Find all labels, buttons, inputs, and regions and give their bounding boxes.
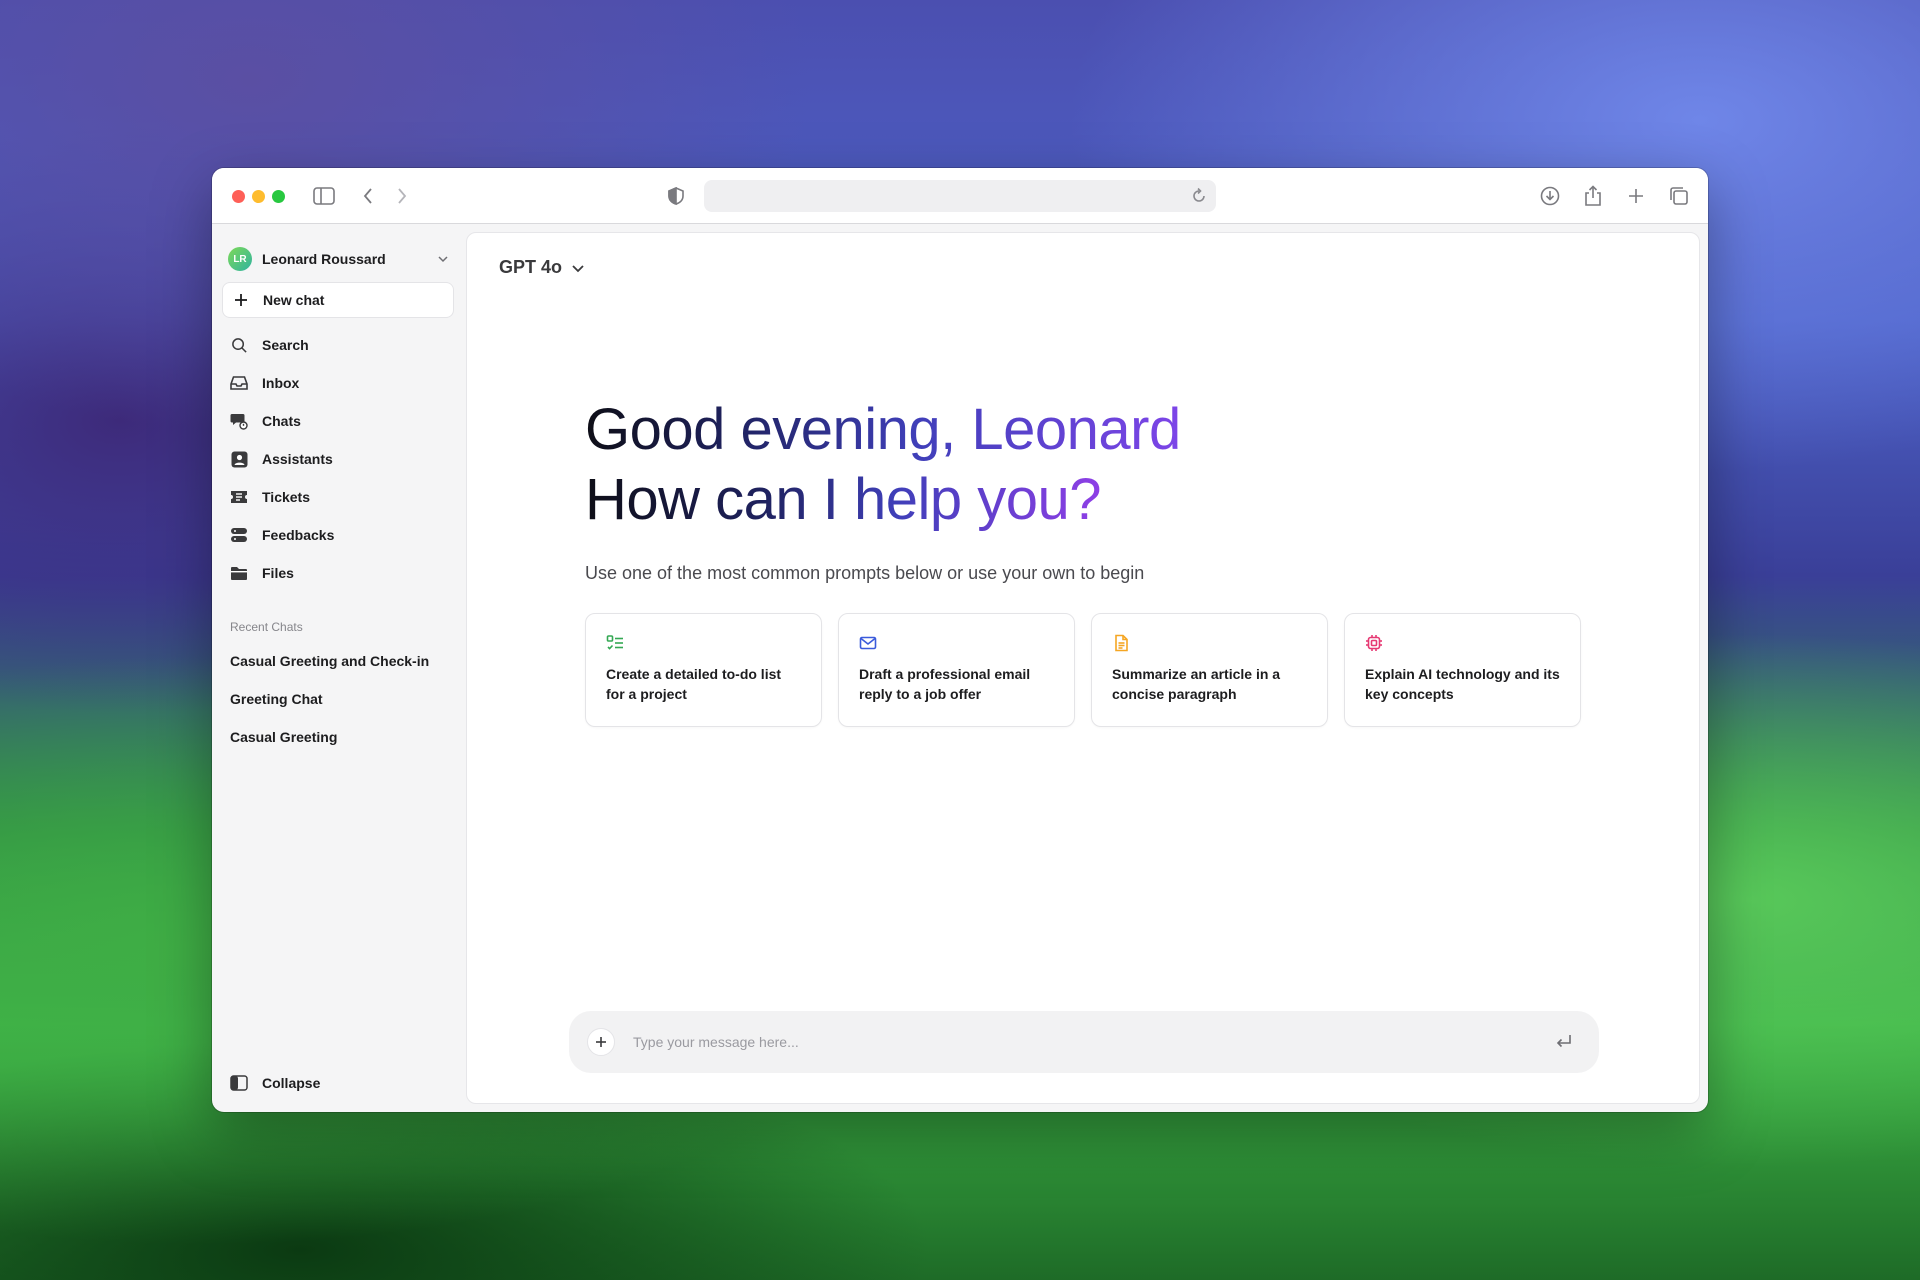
sidebar-item-tickets[interactable]: Tickets <box>222 478 454 516</box>
browser-toolbar <box>212 168 1708 224</box>
prompt-card[interactable]: Draft a professional email reply to a jo… <box>838 613 1075 727</box>
chip-icon <box>1366 635 1382 651</box>
close-window-button[interactable] <box>232 190 245 203</box>
reload-icon[interactable] <box>1190 187 1208 205</box>
message-composer <box>569 1011 1599 1073</box>
message-input[interactable] <box>633 1029 1513 1055</box>
chats-icon <box>230 412 248 430</box>
greeting-line-2: How can I help you? <box>585 465 1102 535</box>
folder-icon <box>230 564 248 582</box>
enter-icon[interactable] <box>1553 1031 1575 1053</box>
collapse-label: Collapse <box>262 1075 321 1091</box>
model-selector[interactable]: GPT 4o <box>499 257 586 278</box>
share-icon[interactable] <box>1581 184 1605 208</box>
mail-icon <box>859 636 877 650</box>
add-attachment-button[interactable] <box>587 1028 615 1056</box>
feedback-icon <box>230 526 248 544</box>
zoom-window-button[interactable] <box>272 190 285 203</box>
sidebar-item-inbox[interactable]: Inbox <box>222 364 454 402</box>
forward-icon[interactable] <box>390 184 414 208</box>
ticket-icon <box>230 488 248 506</box>
user-name: Leonard Roussard <box>262 251 386 267</box>
sidebar-item-chats[interactable]: Chats <box>222 402 454 440</box>
new-chat-button[interactable]: New chat <box>222 282 454 318</box>
search-icon <box>230 336 248 354</box>
plus-icon <box>235 294 247 306</box>
privacy-shield-icon[interactable] <box>664 184 688 208</box>
sidebar-item-feedbacks[interactable]: Feedbacks <box>222 516 454 554</box>
sidebar: LR Leonard Roussard New chat Search Inbo… <box>212 224 466 1112</box>
main-panel: GPT 4o Good evening, Leonard How can I h… <box>466 232 1700 1104</box>
back-icon[interactable] <box>356 184 380 208</box>
prompt-card[interactable]: Summarize an article in a concise paragr… <box>1091 613 1328 727</box>
prompt-cards: Create a detailed to-do list for a proje… <box>585 613 1581 727</box>
inbox-icon <box>230 374 248 392</box>
user-menu[interactable]: LR Leonard Roussard <box>228 244 450 274</box>
recent-chat-item[interactable]: Greeting Chat <box>222 680 454 718</box>
recent-chats-heading: Recent Chats <box>230 620 303 634</box>
sidebar-item-label: Feedbacks <box>262 527 335 543</box>
prompt-card-text: Summarize an article in a concise paragr… <box>1112 666 1281 702</box>
minimize-window-button[interactable] <box>252 190 265 203</box>
checklist-icon <box>606 635 623 650</box>
document-icon <box>1115 634 1128 652</box>
sidebar-item-files[interactable]: Files <box>222 554 454 592</box>
download-icon[interactable] <box>1538 184 1562 208</box>
model-name: GPT 4o <box>499 257 563 277</box>
address-bar[interactable] <box>704 180 1216 212</box>
sidebar-nav: Search Inbox Chats Assistants Tickets Fe… <box>222 326 454 592</box>
sidebar-item-label: Files <box>262 565 294 581</box>
sidebar-item-assistants[interactable]: Assistants <box>222 440 454 478</box>
prompt-card-text: Create a detailed to-do list for a proje… <box>606 666 782 702</box>
recent-chats-list: Casual Greeting and Check-in Greeting Ch… <box>222 642 454 756</box>
chevron-down-icon <box>572 264 584 272</box>
plus-icon <box>596 1037 606 1047</box>
assistants-icon <box>230 450 248 468</box>
browser-window: LR Leonard Roussard New chat Search Inbo… <box>212 168 1708 1112</box>
sidebar-item-label: Tickets <box>262 489 310 505</box>
collapse-sidebar-button[interactable]: Collapse <box>230 1068 320 1098</box>
sidebar-item-label: Inbox <box>262 375 300 391</box>
chevron-down-icon <box>438 256 448 263</box>
sidebar-toggle-icon[interactable] <box>312 184 336 208</box>
prompt-card[interactable]: Create a detailed to-do list for a proje… <box>585 613 822 727</box>
sidebar-item-label: Chats <box>262 413 301 429</box>
sidebar-collapse-icon <box>230 1075 248 1091</box>
greeting-line-1: Good evening, Leonard <box>585 395 1181 465</box>
avatar: LR <box>228 247 252 271</box>
sidebar-item-search[interactable]: Search <box>222 326 454 364</box>
new-chat-label: New chat <box>263 292 325 308</box>
recent-chat-item[interactable]: Casual Greeting <box>222 718 454 756</box>
prompt-card-text: Draft a professional email reply to a jo… <box>859 666 1031 702</box>
greeting-heading: Good evening, Leonard How can I help you… <box>585 395 1181 535</box>
sidebar-item-label: Assistants <box>262 451 333 467</box>
new-tab-icon[interactable] <box>1624 184 1648 208</box>
tab-overview-icon[interactable] <box>1667 184 1691 208</box>
sidebar-item-label: Search <box>262 337 309 353</box>
recent-chat-item[interactable]: Casual Greeting and Check-in <box>222 642 454 680</box>
prompt-subtitle: Use one of the most common prompts below… <box>585 563 1145 583</box>
prompt-card[interactable]: Explain AI technology and its key concep… <box>1344 613 1581 727</box>
prompt-card-text: Explain AI technology and its key concep… <box>1365 666 1560 702</box>
